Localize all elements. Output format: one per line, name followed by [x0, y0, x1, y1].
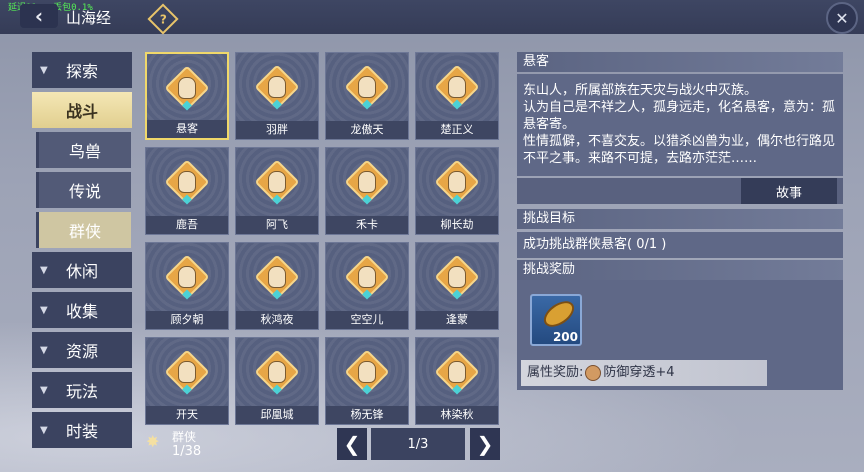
hero-card-name: 逢蒙	[416, 311, 498, 329]
target-text: 成功挑战群侠悬客( 0/1 )	[517, 232, 843, 258]
hero-card[interactable]: 柳长劫	[415, 147, 499, 235]
close-button[interactable]: ✕	[826, 2, 858, 34]
hero-card-name: 羽胖	[236, 121, 318, 139]
attr-value: 防御穿透+4	[603, 365, 675, 380]
hero-card[interactable]: 林染秋	[415, 337, 499, 425]
sidebar-item-gameplay[interactable]: ▼ 玩法	[32, 372, 132, 408]
hero-card[interactable]: 逢蒙	[415, 242, 499, 330]
top-bar: 延迟11ms 丢包0.1% ‹ 山海经 ? ✕	[0, 0, 864, 35]
hero-card[interactable]: 鹿吾	[145, 147, 229, 235]
hero-card[interactable]: 阿飞	[235, 147, 319, 235]
hero-card-name: 龙傲天	[326, 121, 408, 139]
back-button[interactable]: ‹	[20, 4, 58, 28]
sidebar-item-resources[interactable]: ▼ 资源	[32, 332, 132, 368]
chevron-down-icon: ▼	[40, 344, 48, 356]
sidebar-item-fashion[interactable]: ▼ 时装	[32, 412, 132, 448]
hero-card[interactable]: 楚正义	[415, 52, 499, 140]
detail-description: 东山人，所属部族在天灾与战火中灭族。 认为自己是不祥之人，孤身远走，化名悬客，意…	[517, 74, 843, 176]
target-header: 挑战目标	[517, 209, 843, 229]
hero-card-name: 禾卡	[326, 216, 408, 234]
hero-portrait-icon	[178, 361, 196, 384]
next-page-button[interactable]: ❯	[470, 428, 500, 460]
hero-card[interactable]: 开天	[145, 337, 229, 425]
sidebar-item-explore[interactable]: ▼ 探索	[32, 52, 132, 88]
hero-portrait-icon	[268, 76, 286, 99]
hero-card-name: 空空儿	[326, 311, 408, 329]
hero-card-name: 柳长劫	[416, 216, 498, 234]
hero-card[interactable]: 顾夕朝	[145, 242, 229, 330]
sidebar-subitem-heroes[interactable]: 群侠	[36, 212, 131, 248]
hero-portrait-icon	[448, 76, 466, 99]
reward-quantity: 200	[552, 330, 578, 344]
hero-portrait-icon	[448, 171, 466, 194]
chevron-down-icon: ▼	[40, 264, 48, 276]
chevron-down-icon: ▼	[40, 424, 48, 436]
page-title: 山海经	[66, 9, 112, 27]
hero-card-name: 阿飞	[236, 216, 318, 234]
chevron-down-icon: ▼	[40, 384, 48, 396]
hero-portrait-icon	[268, 171, 286, 194]
description-line: 认为自己是不祥之人，孤身远走，化名悬客，意为：孤悬客寄。	[523, 100, 836, 132]
hero-portrait-icon	[178, 171, 196, 194]
close-icon: ✕	[835, 8, 849, 28]
sidebar-item-leisure[interactable]: ▼ 休闲	[32, 252, 132, 288]
hero-card[interactable]: 空空儿	[325, 242, 409, 330]
hero-portrait-icon	[268, 361, 286, 384]
hero-portrait-icon	[448, 361, 466, 384]
hero-card[interactable]: 龙傲天	[325, 52, 409, 140]
description-line: 东山人，所属部族在天灾与战火中灭族。	[523, 83, 758, 98]
hero-portrait-icon	[358, 361, 376, 384]
hero-portrait-icon	[268, 266, 286, 289]
hero-card-name: 秋鸿夜	[236, 311, 318, 329]
reward-item-slot[interactable]: 200	[530, 294, 582, 346]
collection-count: 1/38	[172, 444, 202, 459]
hero-card-name: 邱凰城	[236, 406, 318, 424]
hero-portrait-icon	[178, 266, 196, 289]
detail-name-header: 悬客	[517, 52, 843, 72]
hero-card-name: 鹿吾	[146, 216, 228, 234]
page-indicator: 1/3	[371, 428, 465, 460]
hero-portrait-icon	[358, 266, 376, 289]
story-button[interactable]: 故事	[741, 178, 837, 204]
collection-label: 群侠	[172, 430, 197, 444]
attribute-reward: 属性奖励: 防御穿透+4	[521, 360, 767, 386]
chevron-left-icon: ❮	[343, 432, 361, 456]
prev-page-button[interactable]: ❮	[337, 428, 367, 460]
sidebar-item-collect[interactable]: ▼ 收集	[32, 292, 132, 328]
chevron-right-icon: ❯	[476, 432, 494, 456]
chevron-down-icon: ▼	[40, 64, 48, 76]
category-sidebar: ▼ 探索 战斗 鸟兽 传说 群侠 ▼ 休闲 ▼ 收集 ▼ 资源 ▼ 玩法 ▼ 时装	[32, 52, 132, 452]
shell-icon	[539, 296, 579, 332]
hero-card-name: 林染秋	[416, 406, 498, 424]
hero-card-name: 杨无锋	[326, 406, 408, 424]
star-badge-icon: ✸	[146, 432, 160, 451]
reward-header: 挑战奖励	[517, 260, 843, 280]
hero-card-name: 楚正义	[416, 121, 498, 139]
attr-label: 属性奖励:	[527, 365, 584, 380]
hero-portrait-icon	[448, 266, 466, 289]
hero-card[interactable]: 悬客	[145, 52, 229, 140]
help-icon[interactable]: ?	[147, 3, 179, 35]
hero-card[interactable]: 杨无锋	[325, 337, 409, 425]
description-line: 性情孤僻，不喜交友。以猎杀凶兽为业，偶尔也行路见不平之事。来路不可提，去路亦茫茫…	[523, 134, 836, 166]
hero-card-name: 开天	[146, 406, 228, 424]
hero-portrait-icon	[178, 76, 196, 99]
sidebar-item-battle[interactable]: 战斗	[32, 92, 132, 128]
hero-card-name: 顾夕朝	[146, 311, 228, 329]
sidebar-subitem-beasts[interactable]: 鸟兽	[36, 132, 131, 168]
story-row: 故事	[517, 178, 843, 204]
hero-card-name: 悬客	[147, 120, 227, 138]
sidebar-subitem-legends[interactable]: 传说	[36, 172, 131, 208]
hero-portrait-icon	[358, 76, 376, 99]
hero-card[interactable]: 禾卡	[325, 147, 409, 235]
collection-counter: ✸ 群侠 1/38	[146, 428, 226, 464]
hero-card[interactable]: 羽胖	[235, 52, 319, 140]
chevron-down-icon: ▼	[40, 304, 48, 316]
hero-portrait-icon	[358, 171, 376, 194]
hero-card[interactable]: 秋鸿夜	[235, 242, 319, 330]
defense-icon	[585, 365, 602, 381]
back-arrow-icon: ‹	[34, 4, 44, 28]
hero-card[interactable]: 邱凰城	[235, 337, 319, 425]
